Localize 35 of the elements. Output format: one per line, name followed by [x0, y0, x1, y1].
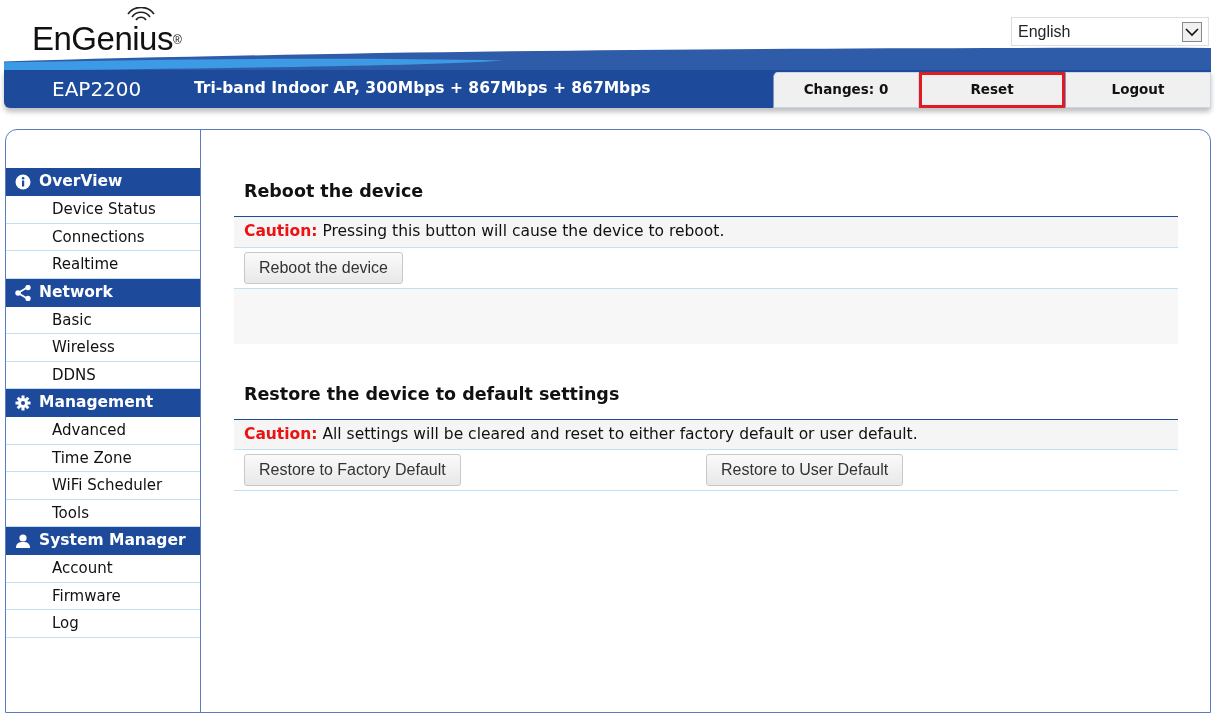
sidebar-item[interactable]: Connections [6, 223, 200, 251]
sidebar-group-title[interactable]: Network [39, 280, 113, 305]
wifi-icon [126, 7, 156, 21]
header-button[interactable]: Changes: 0 [773, 71, 919, 108]
sidebar-item[interactable]: Account [6, 555, 200, 583]
header-button[interactable]: Logout [1065, 71, 1211, 108]
info-icon [15, 174, 31, 190]
sidebar-item[interactable]: Basic [6, 306, 200, 334]
sidebar-group-title[interactable]: System Manager [39, 529, 186, 553]
logo-text: EnGenius$^{®}$ [32, 22, 182, 55]
action-button[interactable]: Restore to Factory Default [244, 454, 461, 486]
sidebar-item[interactable]: Log [6, 610, 200, 638]
section-title: Reboot the device [243, 180, 425, 203]
sidebar-group-title[interactable]: OverView [39, 170, 123, 194]
sidebar-item[interactable]: Advanced [6, 417, 200, 445]
model-name: EAP2200 [51, 76, 143, 103]
share-icon [15, 284, 31, 301]
sidebar-group-title[interactable]: Management [39, 391, 154, 415]
action-button[interactable]: Restore to User Default [706, 454, 904, 486]
header-button[interactable]: Reset [919, 71, 1065, 108]
sidebar-item[interactable]: Realtime [6, 251, 200, 279]
section-title: Restore the device to default settings [243, 382, 621, 406]
chevron-down-icon [1182, 21, 1202, 42]
sidebar-item[interactable]: Wireless [6, 334, 200, 362]
caution-text: Caution: All settings will be cleared and reset to either factory default or user default. [234, 418, 1178, 450]
sidebar-item[interactable]: WiFi Scheduler [6, 472, 200, 500]
caution-text: Caution: Pressing this button will cause the device to reboot. [234, 216, 1178, 248]
user-icon [15, 533, 31, 549]
sidebar-item[interactable]: Device Status [6, 196, 200, 224]
device-description: Tri-band Indoor AP, 300Mbps + 867Mbps + 867Mbps [194, 78, 652, 100]
sidebar-item[interactable]: Firmware [6, 582, 200, 610]
sidebar-item[interactable]: Time Zone [6, 444, 200, 472]
gear-icon [15, 395, 31, 411]
language-select[interactable]: English [1011, 17, 1209, 46]
action-button[interactable]: Reboot the device [244, 251, 403, 284]
